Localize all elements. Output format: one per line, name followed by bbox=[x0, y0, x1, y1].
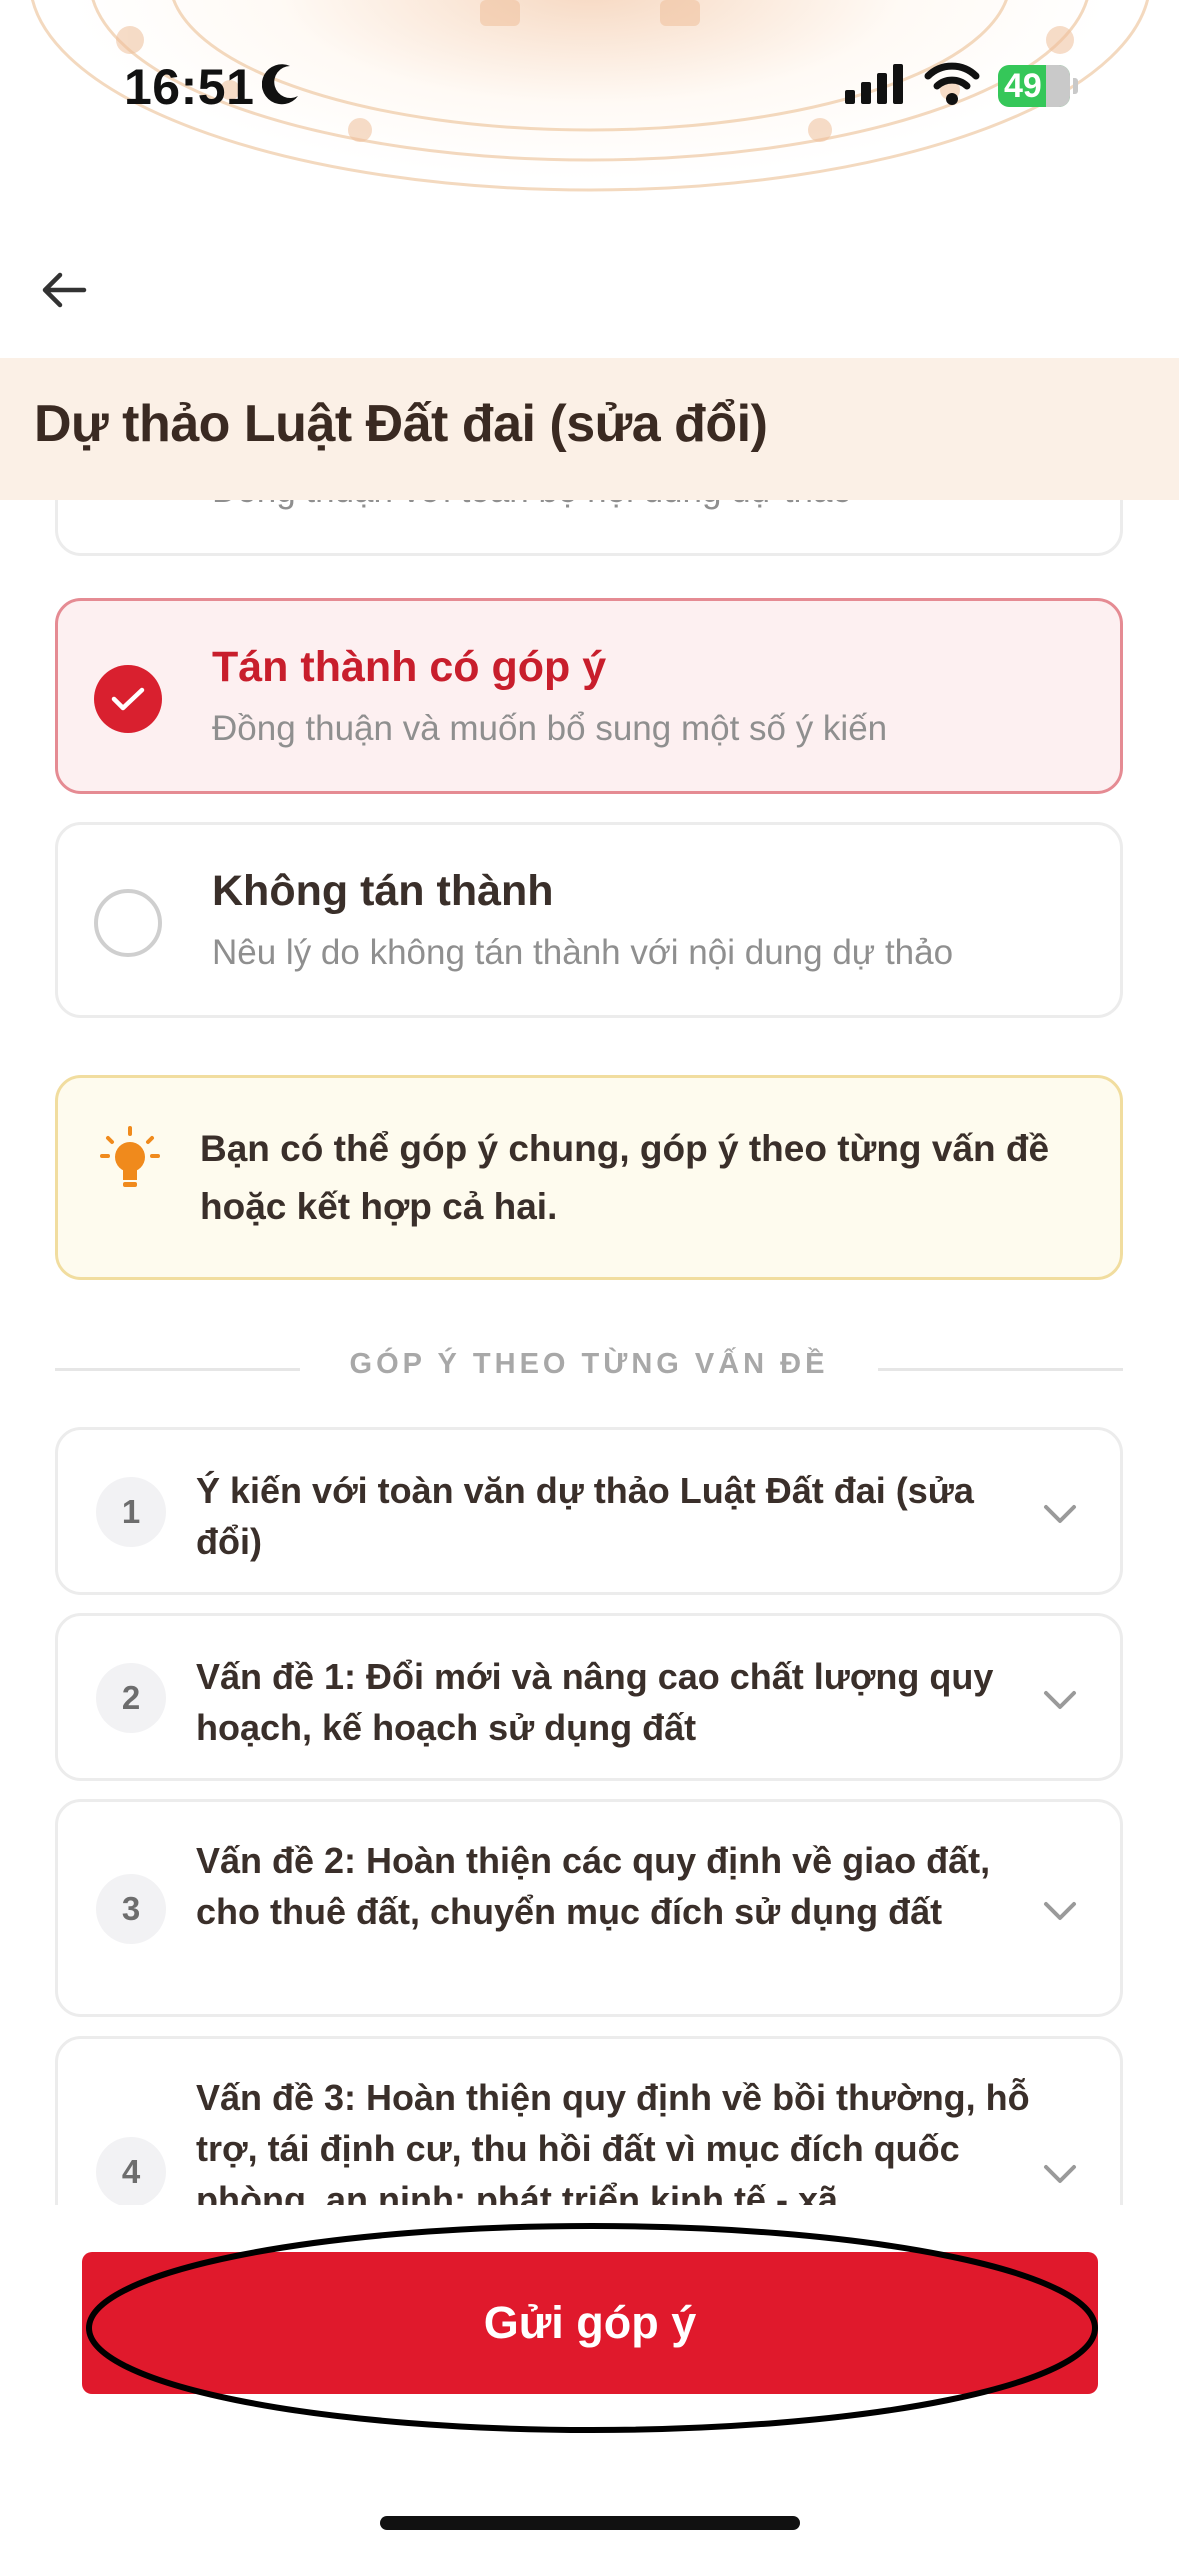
scroll-content[interactable]: Đồng thuận với toàn bộ nội dung dự thảo … bbox=[0, 470, 1179, 2205]
radio-unchecked[interactable] bbox=[94, 889, 162, 957]
issue-number: 3 bbox=[96, 1874, 166, 1944]
section-label: GÓP Ý THEO TỪNG VẤN ĐỀ bbox=[349, 1348, 829, 1380]
tip-text: Bạn có thể góp ý chung, góp ý theo từng … bbox=[200, 1128, 1050, 1227]
lightbulb-icon bbox=[100, 1126, 160, 1197]
issue-text: Vấn đề 1: Đổi mới và nâng cao chất lượng… bbox=[196, 1656, 994, 1748]
issue-item-1[interactable]: 1 Ý kiến với toàn văn dự thảo Luật Đất đ… bbox=[55, 1427, 1123, 1595]
signal-icon bbox=[845, 64, 905, 109]
radio-checked[interactable] bbox=[94, 665, 162, 733]
submit-button[interactable]: Gửi góp ý bbox=[82, 2252, 1098, 2394]
battery-level: 49 bbox=[1004, 67, 1042, 105]
battery-icon: 49 bbox=[998, 65, 1078, 107]
wifi-icon bbox=[924, 62, 980, 111]
issue-item-3[interactable]: 3 Vấn đề 2: Hoàn thiện các quy định về g… bbox=[55, 1799, 1123, 2017]
home-indicator bbox=[380, 2516, 800, 2530]
checkmark-icon bbox=[111, 687, 145, 711]
page-title: Dự thảo Luật Đất đai (sửa đổi) bbox=[34, 395, 768, 453]
issue-number: 4 bbox=[96, 2137, 166, 2205]
option-title: Tán thành có góp ý bbox=[212, 643, 607, 691]
arrow-left-icon bbox=[42, 272, 87, 308]
status-time: 16:51 bbox=[124, 59, 255, 115]
chevron-down-icon bbox=[1044, 2165, 1076, 2183]
issue-item-4[interactable]: 4 Vấn đề 3: Hoàn thiện quy định về bồi t… bbox=[55, 2036, 1123, 2205]
chevron-down-icon bbox=[1044, 1505, 1076, 1523]
section-divider: GÓP Ý THEO TỪNG VẤN ĐỀ bbox=[55, 1348, 1123, 1388]
page-title-bar: Dự thảo Luật Đất đai (sửa đổi) bbox=[0, 358, 1179, 500]
issue-number: 2 bbox=[96, 1663, 166, 1733]
issue-text: Vấn đề 2: Hoàn thiện các quy định về gia… bbox=[196, 1840, 991, 1932]
chevron-down-icon bbox=[1044, 1902, 1076, 1920]
issue-item-2[interactable]: 2 Vấn đề 1: Đổi mới và nâng cao chất lượ… bbox=[55, 1613, 1123, 1781]
moon-icon bbox=[261, 62, 302, 111]
option-title: Không tán thành bbox=[212, 867, 554, 915]
chevron-down-icon bbox=[1044, 1691, 1076, 1709]
option-disagree[interactable]: Không tán thành Nêu lý do không tán thàn… bbox=[55, 822, 1123, 1018]
tip-box: Bạn có thể góp ý chung, góp ý theo từng … bbox=[55, 1075, 1123, 1280]
option-agree-with-comments[interactable]: Tán thành có góp ý Đồng thuận và muốn bổ… bbox=[55, 598, 1123, 794]
issue-text: Ý kiến với toàn văn dự thảo Luật Đất đai… bbox=[196, 1470, 974, 1562]
issue-number: 1 bbox=[96, 1477, 166, 1547]
status-bar: 16:51 49 bbox=[0, 0, 1179, 150]
option-description: Nêu lý do không tán thành với nội dung d… bbox=[212, 933, 954, 972]
back-button[interactable] bbox=[36, 262, 92, 318]
option-description: Đồng thuận và muốn bổ sung một số ý kiến bbox=[212, 709, 888, 748]
issue-text: Vấn đề 3: Hoàn thiện quy định về bồi thư… bbox=[196, 2077, 1030, 2205]
